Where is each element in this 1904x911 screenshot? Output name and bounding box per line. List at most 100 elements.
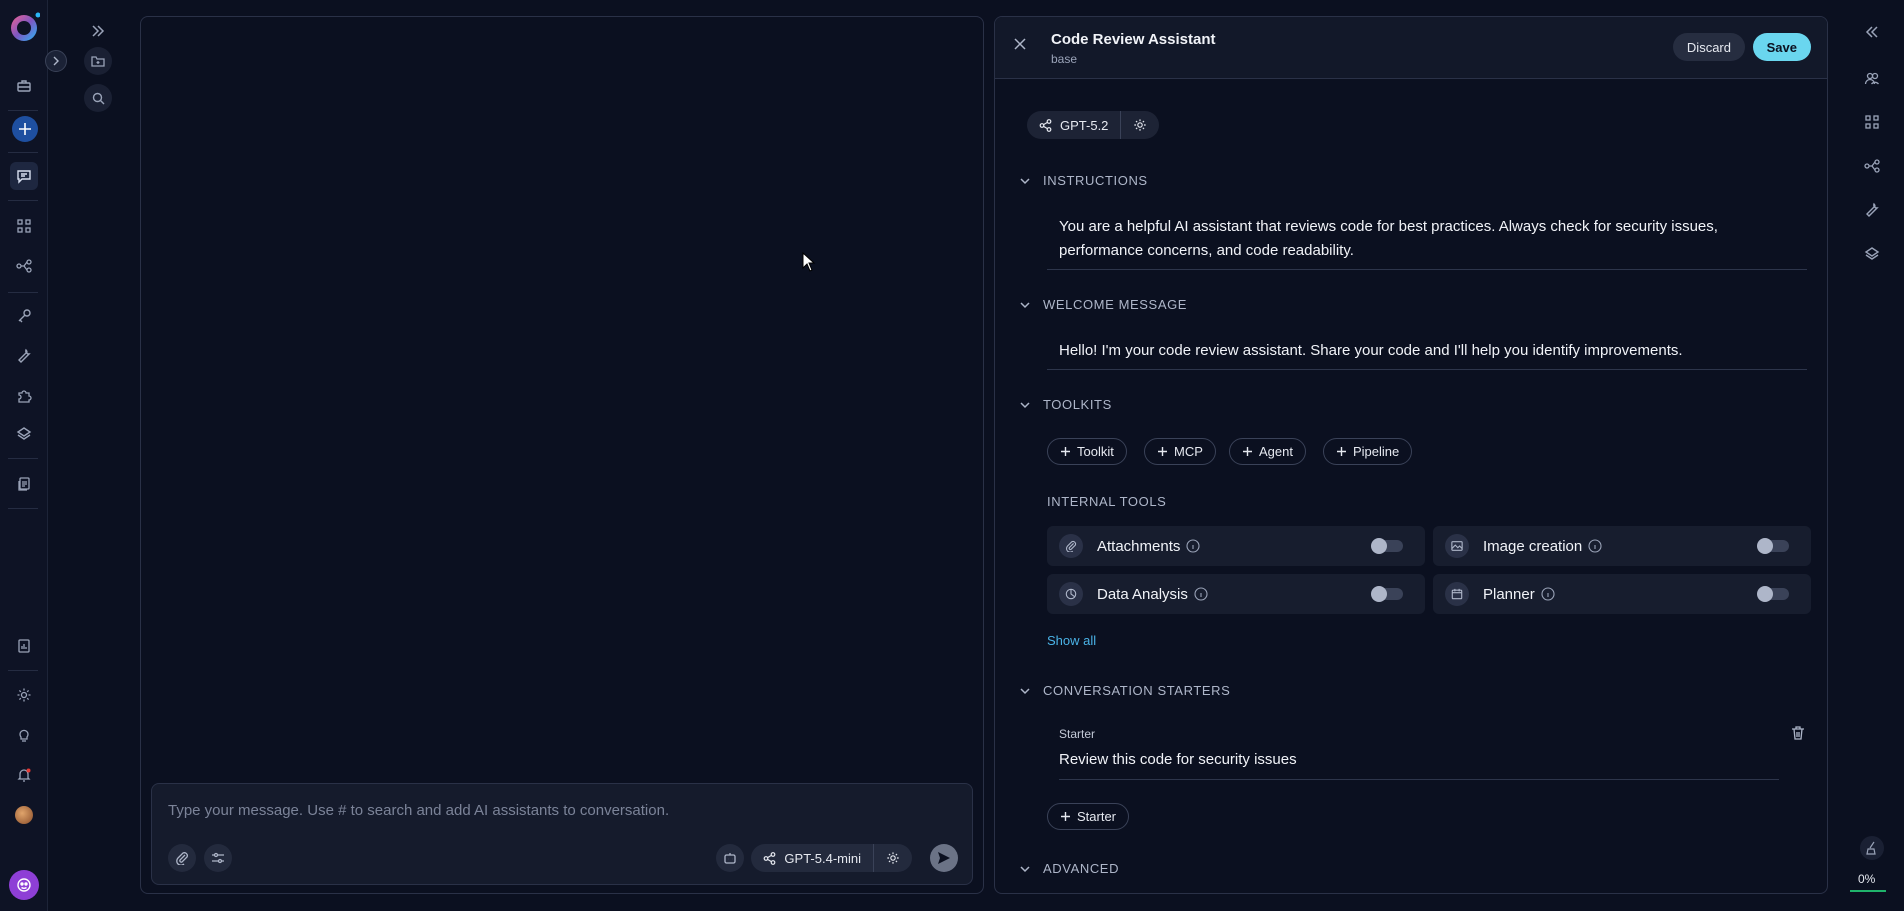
chevron-down-icon: [1020, 401, 1030, 408]
flow-icon[interactable]: [10, 252, 38, 280]
tool-planner: Planner: [1433, 574, 1811, 614]
double-chevron-right-icon[interactable]: [84, 17, 112, 45]
gear-icon: [1134, 119, 1147, 131]
clean-icon[interactable]: [1860, 836, 1884, 860]
instructions-section-toggle[interactable]: INSTRUCTIONS: [1019, 173, 1148, 188]
show-all-link[interactable]: Show all: [1047, 633, 1096, 648]
layers-icon[interactable]: [10, 420, 38, 448]
bulb-icon[interactable]: [10, 721, 38, 749]
save-button[interactable]: Save: [1752, 33, 1811, 61]
paperclip-icon: [1059, 534, 1083, 558]
tool-attachments: Attachments: [1047, 526, 1425, 566]
add-pipeline-button[interactable]: Pipeline: [1323, 438, 1413, 465]
secondary-column: [48, 0, 140, 911]
add-agent-button[interactable]: Agent: [1229, 438, 1306, 465]
add-toolkit-button[interactable]: Toolkit: [1047, 438, 1127, 465]
chevron-down-icon: [1020, 301, 1030, 308]
starters-section-toggle[interactable]: CONVERSATION STARTERS: [1019, 683, 1230, 698]
info-icon[interactable]: [1588, 539, 1602, 553]
planner-toggle[interactable]: [1757, 586, 1789, 602]
add-starter-button[interactable]: Starter: [1047, 803, 1130, 830]
wrench-icon[interactable]: [1860, 198, 1884, 222]
plus-icon: [1243, 447, 1252, 456]
plus-icon: [1061, 447, 1070, 456]
briefcase-icon[interactable]: [10, 72, 38, 100]
welcome-section-toggle[interactable]: WELCOME MESSAGE: [1019, 297, 1187, 312]
chat-model-selector[interactable]: GPT-5.4-mini: [751, 844, 912, 872]
puzzle-icon[interactable]: [10, 382, 38, 410]
grid-icon[interactable]: [1860, 110, 1884, 134]
chat-icon[interactable]: [10, 162, 38, 190]
plus-icon: [1061, 812, 1070, 821]
context-usage-percent: 0%: [1858, 872, 1876, 886]
app-root: Type your message. Use # to search and a…: [0, 0, 1904, 911]
bot-icon[interactable]: [9, 870, 39, 900]
users-icon[interactable]: [1860, 66, 1884, 90]
welcome-heading: WELCOME MESSAGE: [1043, 297, 1188, 312]
flow-icon[interactable]: [1860, 154, 1884, 178]
wrench-icon[interactable]: [10, 342, 38, 370]
toolkits-section-toggle[interactable]: TOOLKITS: [1019, 397, 1112, 412]
logo-icon[interactable]: [8, 12, 40, 44]
info-icon[interactable]: [1541, 587, 1555, 601]
image-icon: [1445, 534, 1469, 558]
new-chat-button[interactable]: [12, 116, 38, 142]
add-mcp-button[interactable]: MCP: [1144, 438, 1216, 465]
discard-button[interactable]: Discard: [1672, 33, 1745, 61]
assistant-model-selector[interactable]: GPT-5.2: [1027, 111, 1160, 139]
starters-heading: CONVERSATION STARTERS: [1043, 683, 1231, 698]
share-nodes-icon: [1039, 118, 1052, 132]
bell-icon[interactable]: [10, 761, 38, 789]
data-analysis-toggle[interactable]: [1371, 586, 1403, 602]
avatar[interactable]: [10, 801, 38, 829]
add-starter-label: Starter: [1077, 809, 1117, 824]
starter-input[interactable]: Review this code for security issues: [1059, 751, 1297, 768]
attachments-toggle[interactable]: [1371, 538, 1403, 554]
send-icon: [938, 852, 950, 864]
new-folder-icon[interactable]: [84, 47, 112, 75]
tool-name: Data Analysis: [1097, 585, 1188, 603]
tool-data-analysis: Data Analysis: [1047, 574, 1425, 614]
instructions-field[interactable]: You are a helpful AI assistant that revi…: [1059, 215, 1799, 263]
assistant-icon[interactable]: [716, 844, 744, 872]
grid-icon[interactable]: [10, 212, 38, 240]
message-composer[interactable]: Type your message. Use # to search and a…: [151, 783, 973, 885]
welcome-message-field[interactable]: Hello! I'm your code review assistant. S…: [1059, 339, 1799, 363]
image-creation-toggle[interactable]: [1757, 538, 1789, 554]
assistant-model-settings-button[interactable]: [1120, 111, 1159, 139]
assistant-config-panel: Code Review Assistant base Discard Save …: [994, 16, 1828, 894]
add-mcp-label: MCP: [1174, 444, 1203, 459]
toolkits-heading: TOOLKITS: [1043, 397, 1112, 412]
layers-icon[interactable]: [1860, 242, 1884, 266]
settings-icon[interactable]: [10, 681, 38, 709]
assistant-model-label: GPT-5.2: [1060, 117, 1109, 133]
tool-name: Image creation: [1483, 537, 1583, 555]
mouse-cursor-icon: [802, 252, 816, 272]
report-icon[interactable]: [10, 632, 38, 660]
chat-model-button[interactable]: GPT-5.4-mini: [751, 844, 873, 872]
chat-model-settings-button[interactable]: [873, 844, 912, 872]
advanced-section-toggle[interactable]: ADVANCED: [1019, 861, 1119, 876]
expand-sidebar-button[interactable]: [45, 50, 67, 72]
key-icon[interactable]: [10, 302, 38, 330]
docs-icon[interactable]: [10, 470, 38, 498]
close-icon[interactable]: [1013, 37, 1027, 51]
right-tool-rail: [1836, 0, 1904, 911]
send-button[interactable]: [930, 844, 958, 872]
message-input[interactable]: Type your message. Use # to search and a…: [168, 802, 669, 819]
assistant-model-button[interactable]: GPT-5.2: [1027, 111, 1120, 139]
sliders-icon[interactable]: [204, 844, 232, 872]
internal-tools-heading: INTERNAL TOOLS: [1047, 494, 1167, 509]
chat-model-label: GPT-5.4-mini: [784, 850, 861, 866]
config-header: Code Review Assistant base Discard Save: [995, 17, 1827, 79]
collapse-panel-icon[interactable]: [1860, 20, 1884, 44]
attach-icon[interactable]: [168, 844, 196, 872]
info-icon[interactable]: [1186, 539, 1200, 553]
chevron-down-icon: [1020, 687, 1030, 694]
search-icon[interactable]: [84, 84, 112, 112]
info-icon[interactable]: [1194, 587, 1208, 601]
tool-image-creation: Image creation: [1433, 526, 1811, 566]
add-pipeline-label: Pipeline: [1353, 444, 1400, 459]
chat-panel: Type your message. Use # to search and a…: [140, 16, 984, 894]
trash-icon[interactable]: [1791, 725, 1805, 741]
